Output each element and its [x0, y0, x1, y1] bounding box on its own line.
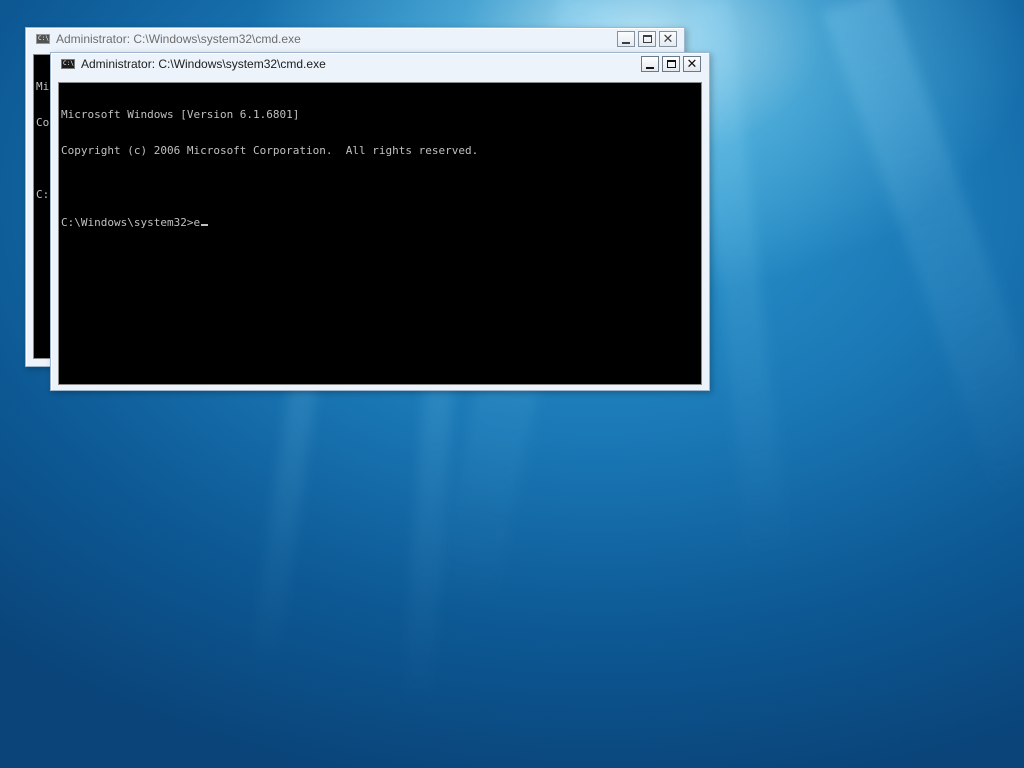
minimize-icon [646, 66, 654, 69]
maximize-icon [666, 60, 676, 68]
close-icon: ✕ [662, 31, 674, 47]
command-prompt: C:\Windows\system32> [61, 216, 194, 229]
cmd-app-icon: C:\. [61, 59, 75, 69]
cmd-window-active[interactable]: C:\. Administrator: C:\Windows\system32\… [50, 52, 710, 391]
window-title: Administrator: C:\Windows\system32\cmd.e… [56, 32, 301, 46]
console-line: Microsoft Windows [Version 6.1.6801] [61, 108, 300, 121]
minimize-icon [622, 41, 630, 44]
light-ray [248, 378, 318, 680]
close-button[interactable]: ✕ [659, 31, 677, 47]
maximize-icon [642, 35, 652, 43]
prompt-line[interactable]: C:\Windows\system32>e [61, 217, 701, 229]
title-bar[interactable]: C:\. Administrator: C:\Windows\system32\… [51, 53, 709, 77]
close-button[interactable]: ✕ [683, 56, 701, 72]
maximize-button[interactable] [638, 31, 656, 47]
title-bar[interactable]: C:\. Administrator: C:\Windows\system32\… [26, 28, 684, 52]
window-title: Administrator: C:\Windows\system32\cmd.e… [81, 57, 326, 71]
command-input[interactable]: e [193, 216, 200, 229]
console-output[interactable]: Microsoft Windows [Version 6.1.6801] Cop… [58, 82, 702, 385]
light-ray [822, 0, 1024, 501]
close-icon: ✕ [686, 56, 698, 72]
cmd-app-icon: C:\. [36, 34, 50, 44]
console-line: Copyright (c) 2006 Microsoft Corporation… [61, 144, 479, 157]
minimize-button[interactable] [617, 31, 635, 47]
text-cursor [201, 224, 209, 226]
maximize-button[interactable] [662, 56, 680, 72]
minimize-button[interactable] [641, 56, 659, 72]
